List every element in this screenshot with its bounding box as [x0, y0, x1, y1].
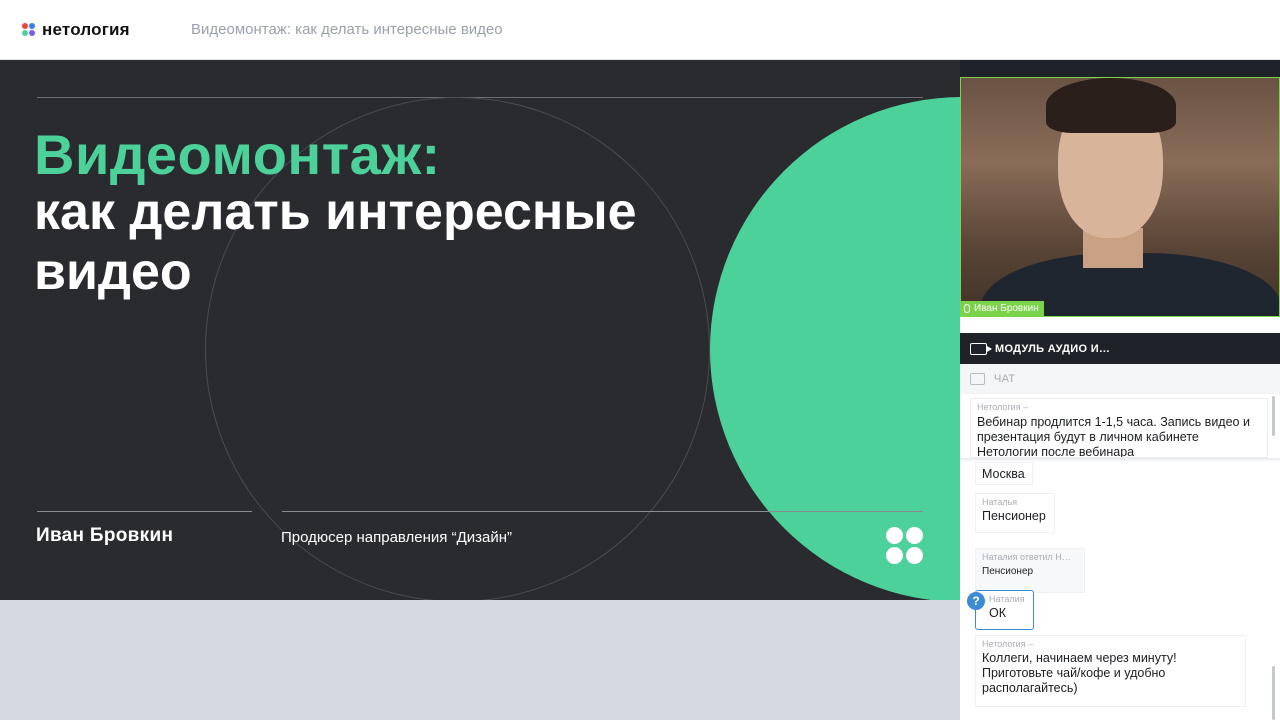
- chat-message-author: Нетология –: [982, 639, 1034, 649]
- chat-message: Нетология – Коллеги, начинаем через мину…: [975, 635, 1246, 707]
- speaker-video[interactable]: Иван Бровкин: [960, 77, 1280, 317]
- chat-message-author: Наталия: [989, 594, 1025, 604]
- microphone-icon: [964, 304, 970, 313]
- slide-title-main: как делать интересные видео: [34, 183, 637, 301]
- audio-video-module-bar[interactable]: МОДУЛЬ АУДИО И…: [960, 333, 1280, 364]
- chat-icon: [970, 373, 985, 385]
- slide-decor-circle: [710, 97, 960, 600]
- audio-video-module-label: МОДУЛЬ АУДИО И…: [995, 342, 1111, 355]
- chat-message-text: Москва: [982, 467, 1025, 481]
- chat-header[interactable]: ЧАТ: [960, 364, 1280, 394]
- pinned-scrollbar[interactable]: [1272, 396, 1275, 436]
- slide-divider-left: [37, 511, 252, 512]
- pinned-message-author: Нетология –: [977, 402, 1029, 412]
- chat-message-text: Коллеги, начинаем через минуту! Приготов…: [982, 651, 1177, 695]
- chat-message-reply: Наталия ответил Н… Пенсионер: [975, 548, 1085, 593]
- question-badge-icon[interactable]: ?: [967, 592, 985, 610]
- presentation-slide: Видеомонтаж: как делать интересные видео…: [0, 60, 960, 600]
- chat-message-author: Наталья: [982, 497, 1018, 507]
- video-person-hair: [1046, 78, 1176, 133]
- chat-message: Москва: [975, 462, 1033, 485]
- chat-label: ЧАТ: [994, 373, 1016, 385]
- pinned-message-text: Вебинар продлится 1-1,5 часа. Запись вид…: [977, 415, 1250, 458]
- brand-name: нетология: [42, 20, 130, 39]
- top-bar: нетология Видеомонтаж: как делать интере…: [0, 0, 1280, 60]
- netology-logo[interactable]: нетология: [22, 19, 130, 41]
- participant-name: Иван Бровкин: [974, 303, 1039, 314]
- netology-logo-icon: [22, 23, 36, 37]
- webinar-title: Видеомонтаж: как делать интересные видео: [191, 21, 503, 38]
- chat-message-text: Пенсионер: [982, 566, 1034, 577]
- chat-scrollbar[interactable]: [1272, 666, 1275, 720]
- slide-title-accent: Видеомонтаж:: [34, 123, 441, 186]
- chat-message-author: Наталия ответил Н…: [982, 552, 1071, 562]
- camera-icon: [970, 342, 992, 355]
- slide-speaker-name: Иван Бровкин: [36, 525, 174, 546]
- participant-name-tag: Иван Бровкин: [961, 301, 1044, 316]
- pinned-message: Нетология – Вебинар продлится 1-1,5 часа…: [970, 398, 1268, 458]
- right-panel: Иван Бровкин МОДУЛЬ АУДИО И… ЧАТ Нетолог…: [960, 60, 1280, 720]
- netology-slide-logo-icon: [886, 527, 923, 564]
- video-panel-header: [960, 60, 1280, 77]
- chat-message-text: Пенсионер: [982, 509, 1046, 523]
- slide-divider-right: [282, 511, 923, 512]
- chat-message-text: ОК: [989, 606, 1007, 620]
- chat-message: Наталья Пенсионер: [975, 493, 1055, 533]
- slide-speaker-role: Продюсер направления “Дизайн”: [281, 529, 513, 546]
